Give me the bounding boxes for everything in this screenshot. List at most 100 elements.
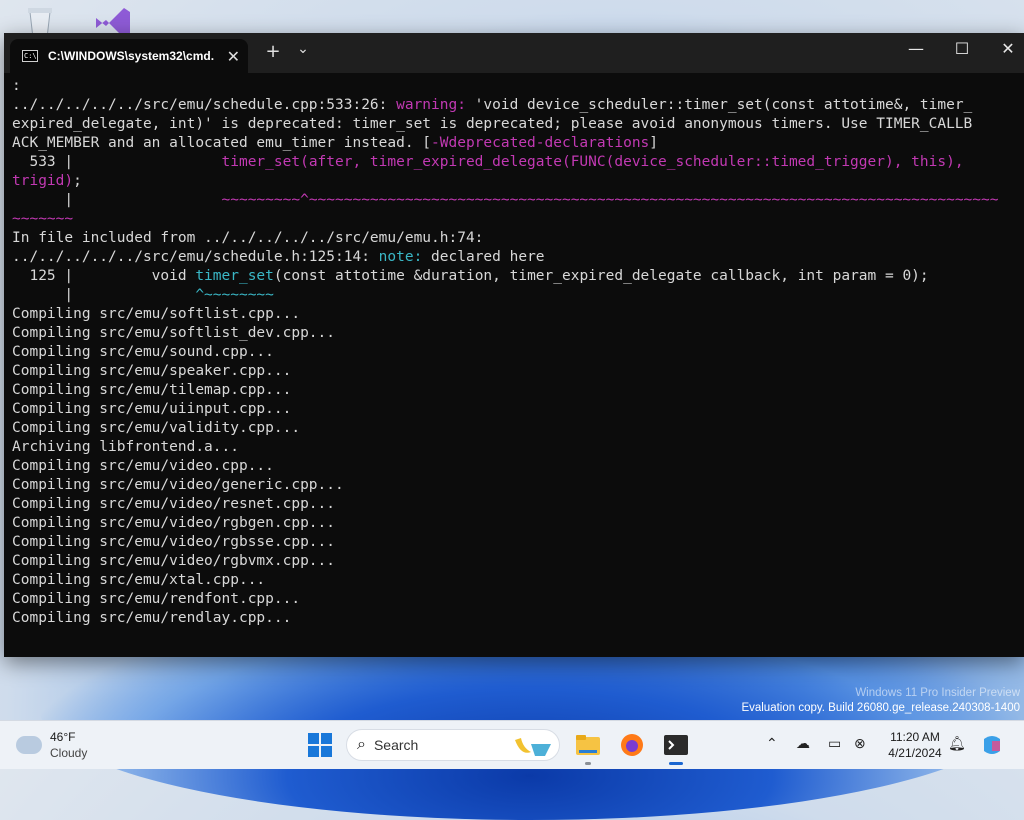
- terminal-output[interactable]: : ../../../../../src/emu/schedule.cpp:533…: [12, 77, 1014, 653]
- terminal-segment: ACK_MEMBER and an allocated emu_timer in…: [12, 135, 432, 151]
- terminal-segment: ../../../../../src/emu/schedule.h:125:14…: [12, 249, 379, 265]
- terminal-line: ACK_MEMBER and an allocated emu_timer in…: [12, 134, 1014, 153]
- terminal-segment: 533 |: [12, 154, 222, 170]
- terminal-segment: timer_set: [195, 268, 274, 284]
- title-bar[interactable]: C:\ C:\WINDOWS\system32\cmd. ✕ + ⌄ — ☐ ✕: [4, 33, 1024, 73]
- search-label: Search: [373, 737, 419, 753]
- terminal-line: Compiling src/emu/uiinput.cpp...: [12, 400, 1014, 419]
- terminal-line: trigid);: [12, 172, 1014, 191]
- terminal-line: Compiling src/emu/video/rgbvmx.cpp...: [12, 552, 1014, 571]
- terminal-line: ~~~~~~~: [12, 210, 1014, 229]
- terminal-segment: Compiling src/emu/validity.cpp...: [12, 420, 301, 436]
- terminal-segment: trigid): [12, 173, 74, 189]
- terminal-segment: Archiving libfrontend.a...: [12, 439, 239, 455]
- notification-bell-icon[interactable]: 🔔︎: [948, 735, 966, 752]
- terminal-segment: Compiling src/emu/softlist_dev.cpp...: [12, 325, 336, 341]
- terminal-line: Compiling src/emu/video/generic.cpp...: [12, 476, 1014, 495]
- terminal-segment: ../../../../../src/emu/schedule.cpp:533:…: [12, 97, 397, 113]
- terminal-segment: 'void device_scheduler::timer_set(const …: [465, 97, 973, 113]
- terminal-line: Compiling src/emu/video/rgbsse.cpp...: [12, 533, 1014, 552]
- terminal-segment: Compiling src/emu/video.cpp...: [12, 458, 274, 474]
- terminal-segment: Compiling src/emu/video/rgbvmx.cpp...: [12, 553, 336, 569]
- evaluation-watermark: Windows 11 Pro Insider Preview Evaluatio…: [741, 686, 1020, 716]
- terminal-segment: (const attotime &duration, timer_expired…: [273, 268, 929, 284]
- copilot-icon[interactable]: [980, 733, 1004, 757]
- terminal-line: Compiling src/emu/sound.cpp...: [12, 343, 1014, 362]
- terminal-segment: ]: [649, 135, 659, 151]
- terminal-line: Archiving libfrontend.a...: [12, 438, 1014, 457]
- network-icon[interactable]: ⊗: [854, 735, 866, 752]
- terminal-segment: Compiling src/emu/video/generic.cpp...: [12, 477, 344, 493]
- terminal-segment: Compiling src/emu/speaker.cpp...: [12, 363, 292, 379]
- terminal-line: Compiling src/emu/speaker.cpp...: [12, 362, 1014, 381]
- search-box[interactable]: ⌕ Search: [346, 729, 560, 761]
- terminal-segment: In file included from ../../../../../src…: [12, 230, 484, 246]
- terminal-line: Compiling src/emu/softlist.cpp...: [12, 305, 1014, 324]
- taskbar: 46°F Cloudy ⌕ Search ⌃ ☁ ▭ ⊗ 11:20 AM 4/…: [0, 720, 1024, 769]
- weather-widget[interactable]: 46°F Cloudy: [16, 729, 87, 761]
- terminal-line: ../../../../../src/emu/schedule.cpp:533:…: [12, 96, 1014, 115]
- watermark-edition: Windows 11 Pro Insider Preview: [855, 687, 1020, 699]
- terminal-segment: warning:: [396, 97, 466, 113]
- terminal-line: Compiling src/emu/tilemap.cpp...: [12, 381, 1014, 400]
- terminal-line: Compiling src/emu/video/rgbgen.cpp...: [12, 514, 1014, 533]
- terminal-segment: Compiling src/emu/softlist.cpp...: [12, 306, 301, 322]
- search-icon: ⌕: [357, 736, 366, 753]
- terminal-line: expired_delegate, int)' is deprecated: t…: [12, 115, 1014, 134]
- terminal-line: In file included from ../../../../../src…: [12, 229, 1014, 248]
- terminal-segment: ~~~~~~~~~^~~~~~~~~~~~~~~~~~~~~~~~~~~~~~~…: [221, 192, 999, 208]
- terminal-segment: ;: [73, 173, 82, 189]
- terminal-segment: ^~~~~~~~~: [195, 287, 274, 303]
- file-explorer-icon[interactable]: [572, 729, 604, 765]
- new-tab-button[interactable]: +: [261, 41, 285, 62]
- cmd-icon: C:\: [22, 50, 38, 62]
- terminal-line: Compiling src/emu/video.cpp...: [12, 457, 1014, 476]
- terminal-line: Compiling src/emu/xtal.cpp...: [12, 571, 1014, 590]
- terminal-segment: -Wdeprecated-declarations: [431, 135, 650, 151]
- start-icon[interactable]: [308, 733, 332, 757]
- terminal-segment: |: [12, 287, 196, 303]
- terminal-segment: declared here: [422, 249, 545, 265]
- terminal-segment: Compiling src/emu/video/resnet.cpp...: [12, 496, 336, 512]
- terminal-segment: |: [12, 192, 222, 208]
- close-tab-button[interactable]: ✕: [227, 47, 240, 66]
- terminal-segment: Compiling src/emu/xtal.cpp...: [12, 572, 266, 588]
- terminal-segment: Compiling src/emu/uiinput.cpp...: [12, 401, 292, 417]
- terminal-line: Compiling src/emu/validity.cpp...: [12, 419, 1014, 438]
- terminal-line: | ^~~~~~~~~: [12, 286, 1014, 305]
- terminal-window[interactable]: C:\ C:\WINDOWS\system32\cmd. ✕ + ⌄ — ☐ ✕…: [4, 33, 1024, 657]
- tab-dropdown-button[interactable]: ⌄: [291, 41, 315, 57]
- search-highlight-icon: [515, 738, 551, 756]
- terminal-segment: ~~~~~~~: [12, 211, 74, 227]
- firefox-icon[interactable]: [616, 729, 648, 761]
- terminal-segment: Compiling src/emu/video/rgbsse.cpp...: [12, 534, 336, 550]
- chevron-up-icon[interactable]: ⌃: [766, 735, 778, 752]
- terminal-segment: timer_set(after, timer_expired_delegate(…: [221, 154, 964, 170]
- clock[interactable]: 11:20 AM 4/21/2024: [880, 729, 950, 761]
- display-icon[interactable]: ▭: [828, 735, 841, 752]
- terminal-segment: :: [12, 78, 21, 94]
- minimize-button[interactable]: —: [896, 39, 936, 58]
- terminal-line: Compiling src/emu/video/resnet.cpp...: [12, 495, 1014, 514]
- terminal-segment: note:: [378, 249, 423, 265]
- terminal-line: Compiling src/emu/rendfont.cpp...: [12, 590, 1014, 609]
- weather-temp: 46°F: [50, 730, 76, 744]
- terminal-segment: 125 | void: [12, 268, 196, 284]
- terminal-segment: Compiling src/emu/sound.cpp...: [12, 344, 274, 360]
- terminal-segment: Compiling src/emu/tilemap.cpp...: [12, 382, 292, 398]
- onedrive-offline-icon[interactable]: ☁: [796, 735, 810, 752]
- tab-title: C:\WINDOWS\system32\cmd.: [48, 49, 215, 63]
- terminal-line: 533 | timer_set(after, timer_expired_del…: [12, 153, 1014, 172]
- maximize-button[interactable]: ☐: [942, 39, 982, 58]
- terminal-line: Compiling src/emu/rendlay.cpp...: [12, 609, 1014, 628]
- cloud-icon: [16, 736, 42, 754]
- tab-cmd[interactable]: C:\ C:\WINDOWS\system32\cmd. ✕: [10, 39, 248, 73]
- terminal-segment: Compiling src/emu/video/rgbgen.cpp...: [12, 515, 336, 531]
- clock-time: 11:20 AM: [890, 730, 940, 744]
- close-window-button[interactable]: ✕: [988, 39, 1024, 58]
- terminal-line: :: [12, 77, 1014, 96]
- terminal-icon[interactable]: [660, 729, 692, 765]
- terminal-line: | ~~~~~~~~~^~~~~~~~~~~~~~~~~~~~~~~~~~~~~…: [12, 191, 1014, 210]
- terminal-segment: Compiling src/emu/rendfont.cpp...: [12, 591, 301, 607]
- terminal-segment: expired_delegate, int)' is deprecated: t…: [12, 116, 973, 132]
